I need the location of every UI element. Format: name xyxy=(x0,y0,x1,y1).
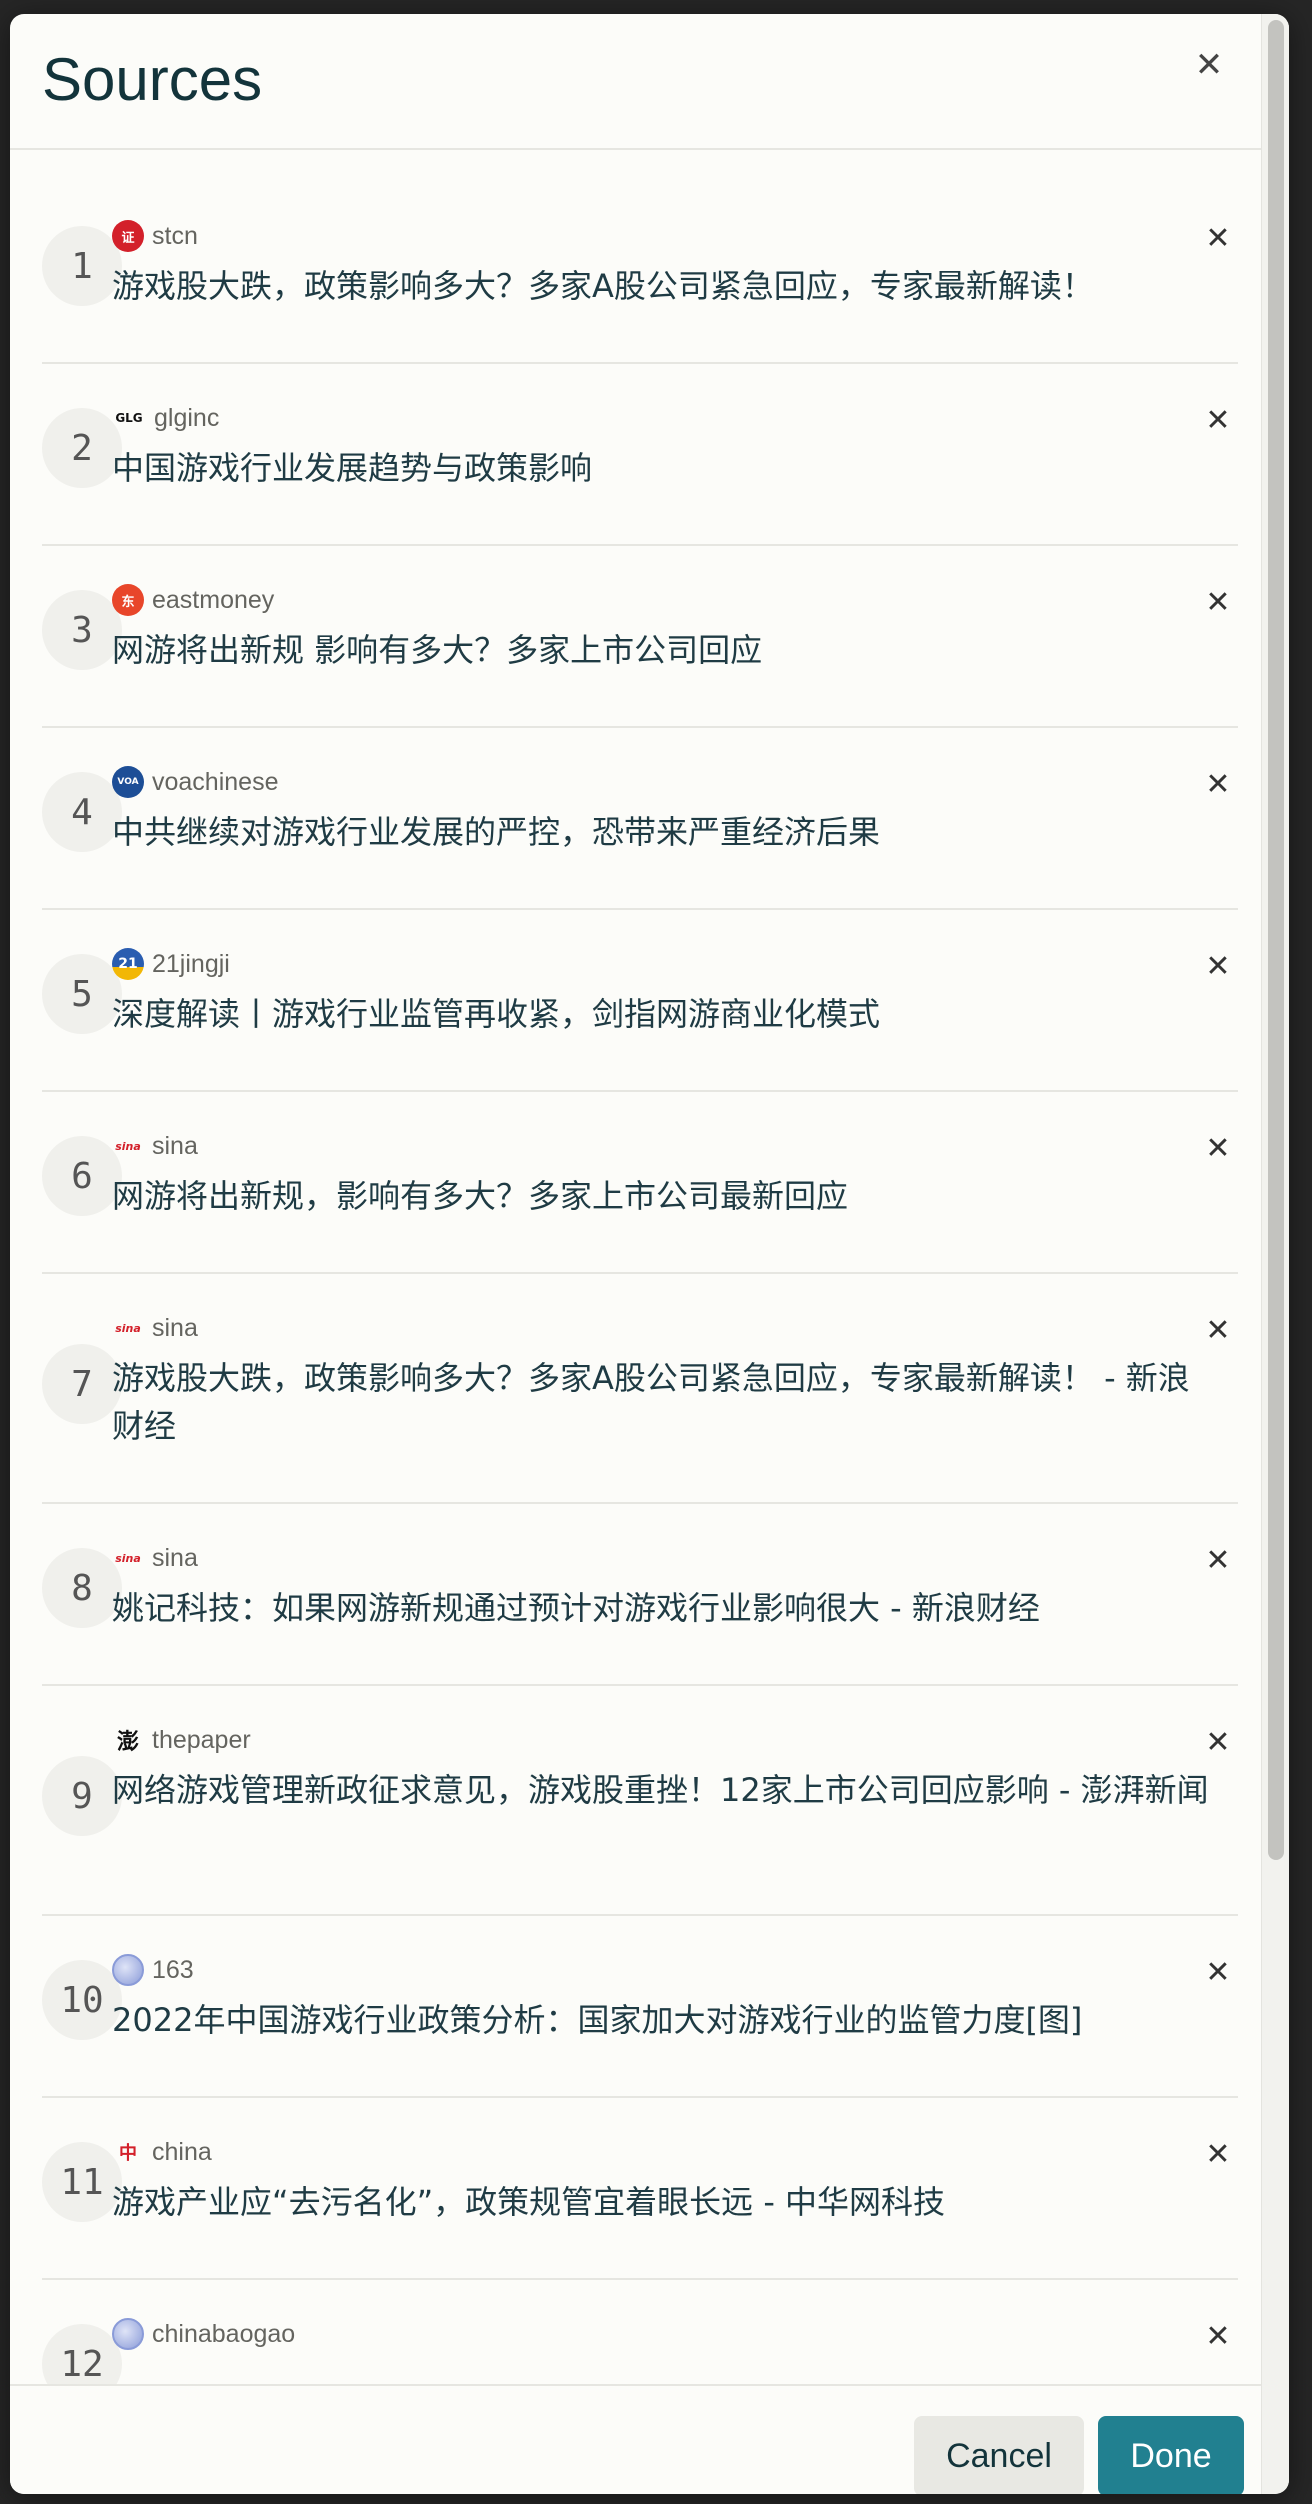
source-item[interactable]: 9 澎 thepaper 网络游戏管理新政征求意见，游戏股重挫！12家上市公司回… xyxy=(42,1686,1238,1916)
sources-dialog: Sources ✕ 1 证 stcn 游戏股大跌，政策影响多大？多家A股公司紧急… xyxy=(10,14,1289,2494)
dialog-title: Sources xyxy=(42,46,263,113)
source-title[interactable]: 中共继续对游戏行业发展的严控，恐带来严重经济后果 xyxy=(112,808,1218,856)
remove-source-icon[interactable]: ✕ xyxy=(1198,946,1238,986)
source-item[interactable]: 1 证 stcn 游戏股大跌，政策影响多大？多家A股公司紧急回应，专家最新解读！… xyxy=(42,182,1238,364)
source-row: 东 eastmoney xyxy=(112,582,274,618)
source-row: 21 21jingji xyxy=(112,946,230,982)
source-row: 中 china xyxy=(112,2134,212,2170)
source-title[interactable]: 2022年中国游戏行业政策分析：国家加大对游戏行业的监管力度[图] xyxy=(112,1996,1218,2044)
source-number: 8 xyxy=(42,1548,122,1628)
source-site: voachinese xyxy=(152,767,279,796)
source-number: 1 xyxy=(42,226,122,306)
scrollbar[interactable] xyxy=(1261,14,1289,2494)
source-row: GLG glginc xyxy=(112,400,219,436)
source-item[interactable]: 11 中 china 游戏产业应“去污名化”，政策规管宜着眼长远 - 中华网科技… xyxy=(42,2098,1238,2280)
remove-source-icon[interactable]: ✕ xyxy=(1198,2134,1238,2174)
remove-source-icon[interactable]: ✕ xyxy=(1198,1540,1238,1580)
source-title[interactable]: 网游将出新规，影响有多大？多家上市公司最新回应 xyxy=(112,1172,1218,1220)
source-site: glginc xyxy=(154,403,220,432)
source-number: 7 xyxy=(42,1344,122,1424)
eastmoney-favicon-icon: 东 xyxy=(112,584,144,616)
source-row: VOA voachinese xyxy=(112,764,278,800)
source-title[interactable]: 游戏股大跌，政策影响多大？多家A股公司紧急回应，专家最新解读！ - 新浪财经 xyxy=(112,1354,1218,1450)
thepaper-favicon-icon: 澎 xyxy=(116,1730,139,1755)
source-title[interactable]: 姚记科技：如果网游新规通过预计对游戏行业影响很大 - 新浪财经 xyxy=(112,1584,1218,1632)
source-row: 证 stcn xyxy=(112,218,198,254)
source-row: 澎 thepaper xyxy=(112,1722,251,1758)
remove-source-icon[interactable]: ✕ xyxy=(1198,764,1238,804)
source-title[interactable]: 游戏股大跌，政策影响多大？多家A股公司紧急回应，专家最新解读！ xyxy=(112,262,1218,310)
source-title[interactable]: 游戏产业应“去污名化”，政策规管宜着眼长远 - 中华网科技 xyxy=(112,2178,1218,2226)
source-item[interactable]: 10 163 2022年中国游戏行业政策分析：国家加大对游戏行业的监管力度[图]… xyxy=(42,1916,1238,2098)
scrollbar-thumb[interactable] xyxy=(1268,20,1284,1860)
source-number: 11 xyxy=(42,2142,122,2222)
source-row: 163 xyxy=(112,1952,194,1988)
source-item[interactable]: 2 GLG glginc 中国游戏行业发展趋势与政策影响 ✕ xyxy=(42,364,1238,546)
source-row: sina sina xyxy=(112,1128,198,1164)
voachinese-favicon-icon: VOA xyxy=(112,766,144,798)
source-item[interactable]: 7 sina sina 游戏股大跌，政策影响多大？多家A股公司紧急回应，专家最新… xyxy=(42,1274,1238,1504)
source-item[interactable]: 5 21 21jingji 深度解读丨游戏行业监管再收紧，剑指网游商业化模式 ✕ xyxy=(42,910,1238,1092)
source-title[interactable]: 中国游戏行业发展趋势与政策影响 xyxy=(112,444,1218,492)
source-number: 5 xyxy=(42,954,122,1034)
source-row: sina sina xyxy=(112,1310,198,1346)
source-site: eastmoney xyxy=(152,585,275,614)
source-item[interactable]: 4 VOA voachinese 中共继续对游戏行业发展的严控，恐带来严重经济后… xyxy=(42,728,1238,910)
glginc-favicon-icon: GLG xyxy=(115,411,143,425)
remove-source-icon[interactable]: ✕ xyxy=(1198,1310,1238,1350)
source-site: sina xyxy=(152,1131,198,1160)
sina-favicon-icon: sina xyxy=(115,1139,141,1153)
source-number: 4 xyxy=(42,772,122,852)
sources-list: 1 证 stcn 游戏股大跌，政策影响多大？多家A股公司紧急回应，专家最新解读！… xyxy=(42,182,1238,2462)
source-number: 10 xyxy=(42,1960,122,2040)
remove-source-icon[interactable]: ✕ xyxy=(1198,218,1238,258)
stcn-favicon-icon: 证 xyxy=(112,220,144,252)
china-favicon-icon: 中 xyxy=(119,2143,137,2164)
remove-source-icon[interactable]: ✕ xyxy=(1198,1128,1238,1168)
source-site: thepaper xyxy=(152,1725,251,1754)
21jingji-favicon-icon: 21 xyxy=(112,948,144,980)
source-number: 2 xyxy=(42,408,122,488)
source-site: sina xyxy=(152,1313,198,1342)
source-site: chinabaogao xyxy=(152,2319,296,2348)
source-number: 6 xyxy=(42,1136,122,1216)
dialog-footer: Cancel Done xyxy=(10,2384,1261,2494)
source-item[interactable]: 8 sina sina 姚记科技：如果网游新规通过预计对游戏行业影响很大 - 新… xyxy=(42,1504,1238,1686)
remove-source-icon[interactable]: ✕ xyxy=(1198,400,1238,440)
remove-source-icon[interactable]: ✕ xyxy=(1198,582,1238,622)
close-icon[interactable]: ✕ xyxy=(1188,44,1230,86)
cancel-button[interactable]: Cancel xyxy=(914,2416,1084,2494)
remove-source-icon[interactable]: ✕ xyxy=(1198,2316,1238,2356)
source-number: 9 xyxy=(42,1756,122,1836)
source-title[interactable]: 网游将出新规 影响有多大？多家上市公司回应 xyxy=(112,626,1218,674)
remove-source-icon[interactable]: ✕ xyxy=(1198,1722,1238,1762)
source-site: 163 xyxy=(152,1955,194,1984)
source-title[interactable]: 网络游戏管理新政征求意见，游戏股重挫！12家上市公司回应影响 - 澎湃新闻 xyxy=(112,1766,1218,1814)
source-site: sina xyxy=(152,1543,198,1572)
source-site: china xyxy=(152,2137,212,2166)
source-row: sina sina xyxy=(112,1540,198,1576)
remove-source-icon[interactable]: ✕ xyxy=(1198,1952,1238,1992)
dialog-header: Sources ✕ xyxy=(10,14,1261,150)
source-title[interactable]: 深度解读丨游戏行业监管再收紧，剑指网游商业化模式 xyxy=(112,990,1218,1038)
done-button[interactable]: Done xyxy=(1098,2416,1244,2494)
source-site: stcn xyxy=(152,221,198,250)
source-item[interactable]: 6 sina sina 网游将出新规，影响有多大？多家上市公司最新回应 ✕ xyxy=(42,1092,1238,1274)
sina-favicon-icon: sina xyxy=(115,1321,141,1335)
source-number: 3 xyxy=(42,590,122,670)
source-row: chinabaogao xyxy=(112,2316,295,2352)
globe-icon xyxy=(112,2318,144,2350)
source-item[interactable]: 3 东 eastmoney 网游将出新规 影响有多大？多家上市公司回应 ✕ xyxy=(42,546,1238,728)
globe-icon xyxy=(112,1954,144,1986)
source-site: 21jingji xyxy=(152,949,230,978)
sina-favicon-icon: sina xyxy=(115,1551,141,1565)
